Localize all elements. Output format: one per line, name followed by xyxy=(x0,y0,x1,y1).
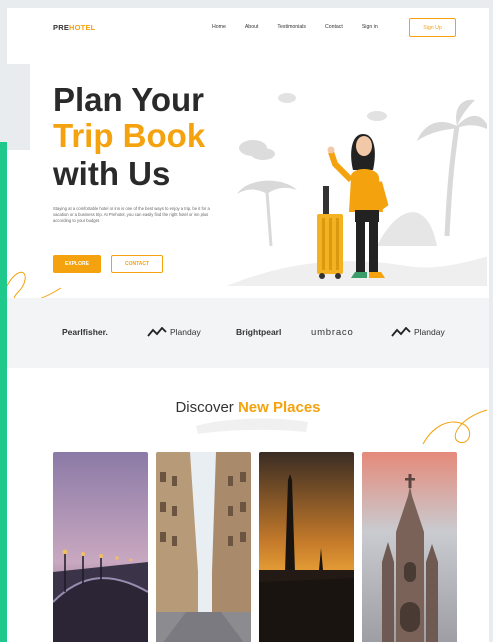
landing-page: PREHOTEL Home About Testimonials Contact… xyxy=(7,8,489,642)
nav-home[interactable]: Home xyxy=(212,24,226,30)
nav-contact[interactable]: Contact xyxy=(325,24,343,30)
place-card-arcade[interactable] xyxy=(156,452,251,642)
contact-button[interactable]: CONTACT xyxy=(111,255,163,273)
hero-title-line1: Plan Your xyxy=(53,81,204,118)
partner-logo-brightpearl: Brightpearl xyxy=(236,327,281,337)
hero-illustration xyxy=(227,93,487,286)
planday-icon xyxy=(391,327,411,337)
partners-strip: Pearlfisher. Planday Brightpearl umbraco… xyxy=(7,298,489,368)
partner-name: Planday xyxy=(170,327,201,337)
discover-heading: Discover New Places xyxy=(7,399,489,416)
navbar: PREHOTEL Home About Testimonials Contact… xyxy=(7,8,489,48)
partner-name: Brightpearl xyxy=(236,327,282,337)
hero-description: Staying at a comfortable hotel or inn is… xyxy=(53,206,210,223)
partner-name: Pearlfisher. xyxy=(62,327,108,337)
partner-logo-umbraco: umbraco xyxy=(311,327,354,338)
place-photo xyxy=(362,452,457,642)
place-photo xyxy=(53,452,148,642)
place-photo xyxy=(156,452,251,642)
discover-title-highlight: New Places xyxy=(237,399,321,416)
partner-logo-planday-2: Planday xyxy=(391,327,445,337)
partner-name: Planday xyxy=(414,327,445,337)
decorative-block xyxy=(7,64,30,150)
place-card-cathedral[interactable] xyxy=(362,452,457,642)
hero-title-line3: with Us xyxy=(53,155,171,192)
side-accent-bar xyxy=(0,142,7,642)
partner-logo-planday: Planday xyxy=(147,327,201,337)
partner-logo-pearlfisher: Pearlfisher. xyxy=(62,327,108,337)
place-photo xyxy=(259,452,354,642)
planday-icon xyxy=(147,327,167,337)
logo[interactable]: PREHOTEL xyxy=(53,23,95,32)
explore-button[interactable]: EXPLORE xyxy=(53,255,101,273)
partner-name: umbraco xyxy=(311,327,354,338)
logo-prefix: PRE xyxy=(53,23,70,32)
nav-about[interactable]: About xyxy=(245,24,259,30)
nav-testimonials[interactable]: Testimonials xyxy=(277,24,306,30)
hero-title-line2: Trip Book xyxy=(53,117,206,154)
place-card-obelisk[interactable] xyxy=(259,452,354,642)
place-card-bridge[interactable] xyxy=(53,452,148,642)
sign-up-button[interactable]: Sign Up xyxy=(409,18,456,37)
discover-title-plain: Discover xyxy=(175,399,238,416)
nav-links: Home About Testimonials Contact Sign in xyxy=(212,24,397,30)
squiggle-decoration-right xyxy=(422,409,488,445)
nav-sign-in[interactable]: Sign in xyxy=(362,24,378,30)
logo-suffix: HOTEL xyxy=(69,23,96,32)
places-gallery xyxy=(53,452,457,642)
